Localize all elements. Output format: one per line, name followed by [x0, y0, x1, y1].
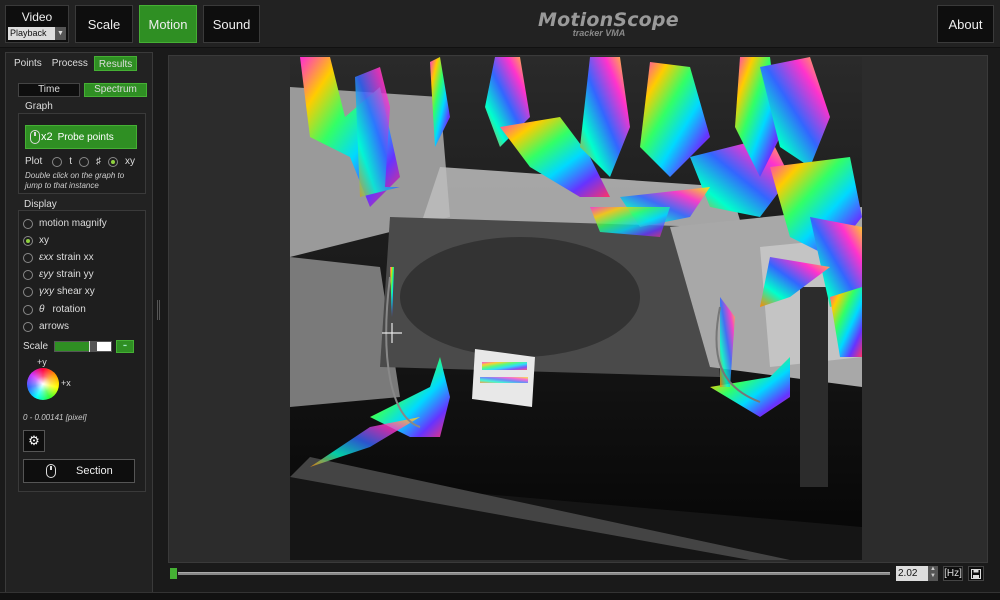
time-toggle[interactable]: Time	[18, 83, 80, 97]
plot-option-t: t	[69, 156, 73, 167]
tab-points[interactable]: Points	[10, 56, 46, 71]
mouse-icon	[46, 464, 56, 478]
spectrum-toggle[interactable]: Spectrum	[84, 83, 147, 97]
scale-label: Scale	[23, 341, 49, 352]
top-toolbar: Video Playback ▼ Scale Motion Sound Moti…	[0, 0, 1000, 48]
radio-button[interactable]	[23, 304, 33, 315]
frequency-slider-track[interactable]	[178, 572, 890, 575]
video-mode-select[interactable]: Playback ▼	[8, 27, 66, 40]
save-button[interactable]	[968, 566, 984, 581]
plot-label: Plot	[25, 156, 43, 167]
tab-results[interactable]: Results	[93, 56, 138, 71]
graph-title: Graph	[25, 101, 53, 112]
display-option-strain-xx[interactable]: εxx strain xx	[23, 252, 94, 263]
display-title: Display	[24, 199, 57, 210]
section-label: Section	[76, 465, 113, 477]
display-option-xy[interactable]: xy	[23, 235, 49, 246]
plot-radio-xy[interactable]	[108, 156, 119, 167]
left-panel: Points Process Results Time Spectrum Gra…	[5, 52, 153, 595]
motion-visualization-frame[interactable]	[290, 57, 862, 560]
video-source-box[interactable]: Video Playback ▼	[5, 5, 69, 43]
plot-radio-sharp[interactable]	[79, 156, 90, 167]
sound-button[interactable]: Sound	[203, 5, 260, 43]
radio-button[interactable]	[23, 252, 33, 263]
gear-icon: ⚙	[28, 433, 40, 448]
scale-slider-handle[interactable]	[89, 341, 98, 352]
left-tabs: Points Process Results	[10, 56, 139, 72]
section-button[interactable]: Section	[23, 459, 135, 483]
video-mode-value: Playback	[10, 28, 47, 38]
display-option-symbol: εxx	[39, 252, 54, 263]
save-icon	[971, 568, 981, 579]
display-option-symbol: θ	[39, 304, 45, 315]
probe-points-label: Probe points	[57, 131, 114, 143]
frequency-input[interactable]: 2.02	[896, 566, 928, 581]
display-option-strain-yy[interactable]: εyy strain yy	[23, 269, 94, 280]
range-text: 0 - 0.00141 [pixel]	[23, 413, 87, 422]
scale-button[interactable]: Scale	[75, 5, 133, 43]
frequency-slider-thumb[interactable]	[170, 568, 177, 579]
plus-x-label: +x	[61, 378, 71, 388]
plus-y-label: +y	[37, 357, 47, 367]
probe-multiplier: x2	[41, 131, 53, 143]
display-option-motion-magnify[interactable]: motion magnify	[23, 218, 107, 229]
display-option-label: strain yy	[56, 269, 94, 280]
display-option-label: arrows	[39, 321, 70, 332]
display-option-rotation[interactable]: θ rotation	[23, 304, 86, 315]
plot-option-sharp: ♯	[96, 156, 102, 167]
scale-slider[interactable]	[54, 341, 113, 352]
tab-process[interactable]: Process	[48, 56, 92, 71]
display-option-symbol: γxy	[39, 286, 54, 297]
display-option-label: shear xy	[57, 286, 95, 297]
chevron-down-icon[interactable]: ▼	[55, 27, 66, 40]
plot-option-xy: xy	[125, 156, 136, 167]
display-option-shear-xy[interactable]: γxy shear xy	[23, 286, 95, 297]
display-option-label: rotation	[52, 304, 86, 315]
display-option-label: strain xx	[56, 252, 94, 263]
mouse-icon	[30, 130, 40, 144]
motion-button[interactable]: Motion	[139, 5, 197, 43]
scale-slider-rest	[97, 342, 112, 351]
settings-button[interactable]: ⚙	[23, 430, 45, 452]
about-button[interactable]: About	[937, 5, 994, 43]
video-label: Video	[21, 10, 53, 24]
video-frame-image	[290, 57, 862, 560]
radio-button[interactable]	[23, 321, 33, 332]
radio-button[interactable]	[23, 269, 33, 280]
radio-button[interactable]	[23, 218, 33, 229]
display-option-label: motion magnify	[39, 218, 107, 229]
panel-resize-handle[interactable]	[157, 300, 160, 320]
scale-row: Scale ▪▪	[23, 340, 135, 353]
graph-group: x2 Probe points Plot t ♯ xy Double click…	[18, 113, 146, 194]
radio-button[interactable]	[23, 235, 33, 246]
auto-scale-button[interactable]: ▪▪	[116, 340, 135, 353]
radio-button[interactable]	[23, 286, 33, 297]
plot-radio-t[interactable]	[52, 156, 63, 167]
plot-options: Plot t ♯ xy	[25, 156, 139, 167]
status-bar	[0, 592, 1000, 600]
graph-hint: Double click on the graph to jump to tha…	[25, 171, 125, 190]
probe-points-button[interactable]: x2 Probe points	[25, 125, 137, 149]
brand-logo: MotionScope tracker VMA	[538, 9, 679, 38]
video-viewer	[168, 55, 988, 563]
frequency-spinner[interactable]: ▲ ▼	[928, 566, 938, 581]
display-option-symbol: εyy	[39, 269, 54, 280]
frequency-timeline: 2.02 ▲ ▼ [Hz]	[168, 565, 988, 583]
frequency-unit: [Hz]	[943, 566, 963, 581]
display-group: motion magnify xy εxx strain xx εyy stra…	[18, 210, 146, 492]
display-option-arrows[interactable]: arrows	[23, 321, 69, 332]
display-option-label: xy	[39, 235, 49, 246]
color-wheel	[27, 368, 59, 400]
